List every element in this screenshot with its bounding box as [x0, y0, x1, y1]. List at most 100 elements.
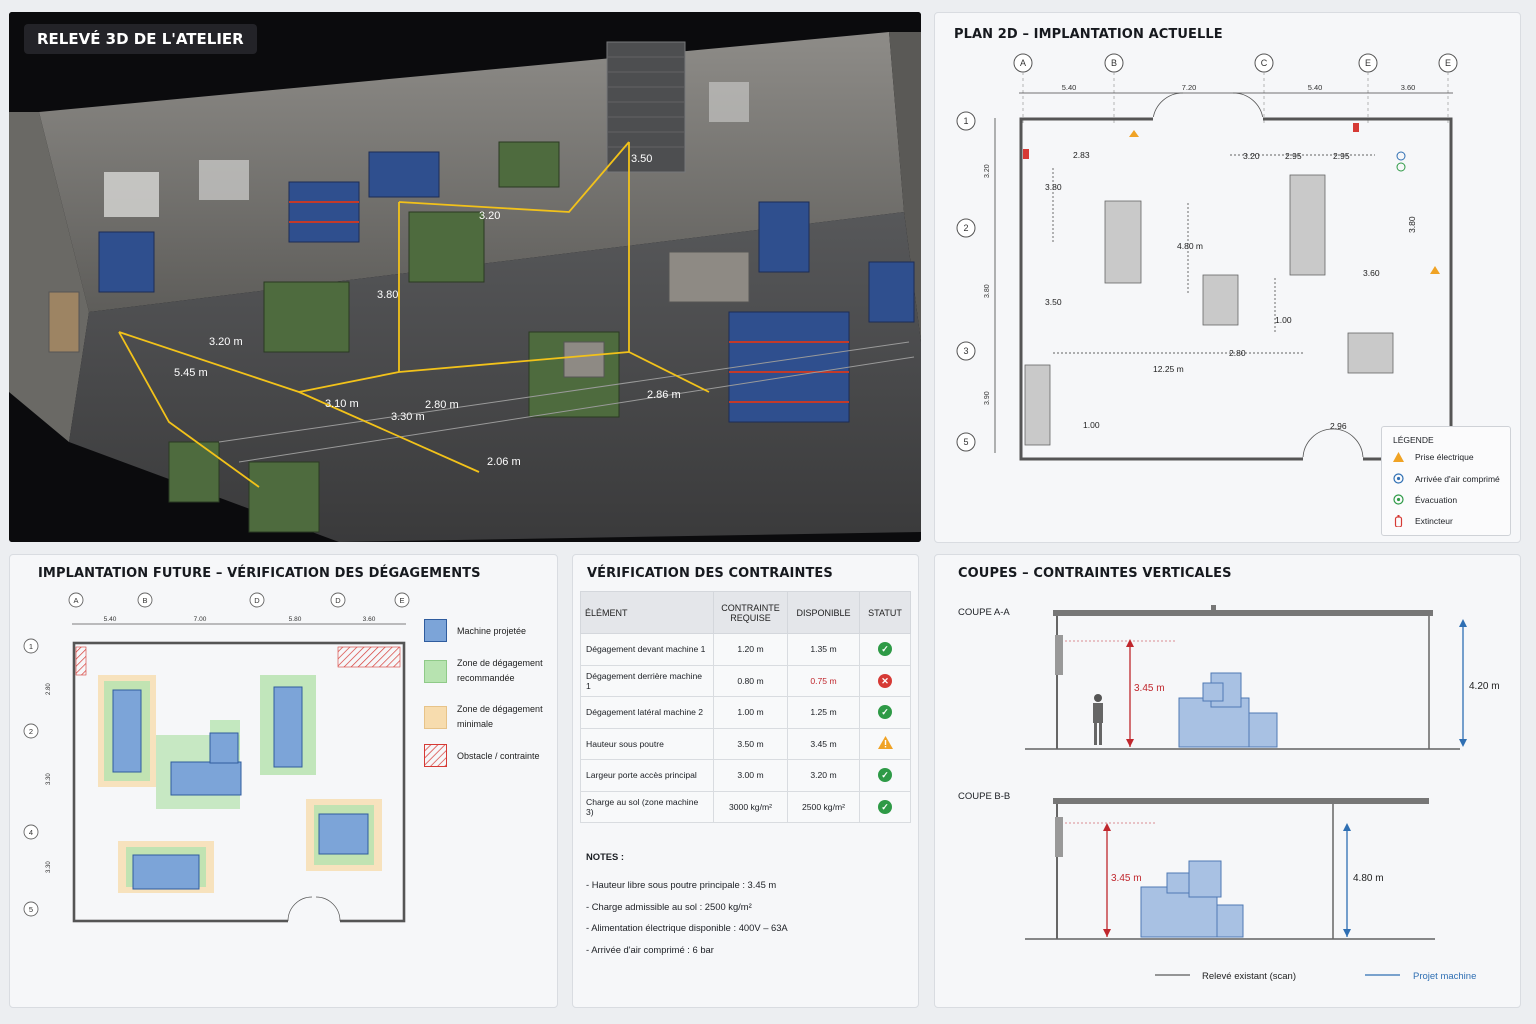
table-row: Hauteur sous poutre 3.50 m 3.45 m — [580, 727, 911, 760]
machine-bb — [1140, 860, 1244, 938]
machine-aa — [1178, 672, 1278, 748]
fut-row-dim-2: 3.30 — [46, 773, 52, 785]
air-icon — [1396, 151, 1406, 161]
col-dim-1: 5.40 — [1062, 83, 1077, 92]
plan-dim-360: 3.60 — [1363, 268, 1380, 278]
table-row: Dégagement devant machine 1 1.20 m 1.35 … — [580, 633, 911, 666]
fut-row-4: 4 — [29, 828, 33, 837]
row-element: Hauteur sous poutre — [580, 727, 714, 760]
plan-dim-280: 2.80 — [1229, 348, 1246, 358]
cross-icon: ✕ — [878, 673, 892, 688]
plan-dim-380: 3.80 — [1045, 182, 1062, 192]
fut-axis-d1: D — [254, 596, 260, 605]
extinguisher-icon — [1394, 515, 1403, 527]
row-element: Dégagement devant machine 1 — [580, 633, 714, 666]
bb-total-height: 4.80 m — [1353, 873, 1384, 884]
scan-dim-9: 3.80 — [377, 289, 398, 301]
fut-row-1: 1 — [29, 642, 33, 651]
plan-dim-296: 2.96 — [1330, 421, 1347, 431]
fut-row-dim-3: 3.30 — [46, 861, 52, 873]
sections-drawing: 3.45 m 4.20 m 3.45 m 4.80 m Relevé exist… — [1025, 605, 1500, 982]
fut-row-2: 2 — [29, 727, 33, 736]
axis-label-e2: E — [1445, 58, 1451, 68]
row-available: 3.45 m — [787, 727, 860, 760]
scan-dim-7: 3.30 m — [391, 411, 425, 423]
sections-panel: COUPES – CONTRAINTES VERTICALES COUPE A-… — [934, 554, 1521, 1008]
notes-title: NOTES : — [586, 851, 625, 862]
legend-swatch-minimal — [424, 705, 447, 729]
row-required: 3.00 m — [713, 759, 788, 792]
row-dim-1: 3.20 — [984, 164, 991, 178]
check-icon: ✓ — [878, 799, 892, 814]
row-label-3: 3 — [963, 346, 968, 356]
table-row: Dégagement latéral machine 2 1.00 m 1.25… — [580, 696, 911, 729]
table-row: Dégagement derrière machine 1 0.80 m 0.7… — [580, 664, 911, 697]
notes-block: NOTES : - Hauteur libre sous poutre prin… — [586, 851, 788, 965]
col-header-element: ÉLÉMENT — [580, 591, 714, 634]
scan-3d-view: 3.20 m 5.45 m 3.20 2.06 m 2.86 m 3.10 m … — [9, 12, 921, 542]
row-element: Charge au sol (zone machine 3) — [580, 790, 714, 823]
circle-dot-icon — [1393, 494, 1404, 505]
outlet-icon-2 — [1430, 266, 1440, 274]
row-element: Dégagement derrière machine 1 — [580, 664, 714, 697]
scan-dim-6: 3.10 m — [325, 398, 359, 410]
obstacle-1 — [75, 646, 87, 676]
check-icon: ✓ — [878, 768, 892, 783]
warning-triangle-icon — [1393, 452, 1404, 462]
plan-dim-1225: 12.25 m — [1153, 364, 1184, 374]
col-header-status: STATUT — [859, 591, 911, 634]
target-icon — [1393, 473, 1404, 484]
aa-total-height: 4.20 m — [1469, 681, 1500, 692]
legend-item-drain: Évacuation — [1415, 494, 1458, 505]
row-dim-2: 3.80 — [984, 284, 991, 298]
fut-col-dim-2: 7.00 — [194, 616, 207, 623]
outlet-icon — [1129, 130, 1139, 137]
scan-dim-10: 3.50 — [631, 153, 652, 165]
scan-badge: RELEVÉ 3D DE L'ATELIER — [24, 24, 257, 54]
row-element: Largeur porte accès principal — [580, 759, 714, 792]
note-item: - Hauteur libre sous poutre principale :… — [586, 879, 777, 890]
legend-minimal: Zone de dégagement minimale — [457, 704, 543, 729]
row-available: 2500 kg/m² — [787, 790, 860, 823]
fut-col-dim-3: 5.80 — [289, 616, 302, 623]
note-item: - Charge admissible au sol : 2500 kg/m² — [586, 900, 752, 912]
legend-obstacle: Obstacle / contrainte — [457, 750, 540, 761]
row-available: 1.35 m — [787, 633, 860, 666]
plan-2d-panel: PLAN 2D – IMPLANTATION ACTUELLE A B C E … — [934, 12, 1521, 543]
legend-project: Projet machine — [1413, 971, 1476, 982]
fut-row-dim-1: 2.80 — [46, 683, 52, 695]
row-required: 1.00 m — [713, 696, 788, 729]
axis-label-b: B — [1111, 58, 1117, 68]
legend-swatch-machine — [424, 619, 447, 642]
fut-axis-b: B — [142, 596, 147, 605]
legend-item-outlet: Prise électrique — [1415, 452, 1474, 462]
constraints-table: ÉLÉMENT CONTRAINTE REQUISE DISPONIBLE ST… — [580, 591, 911, 823]
fut-axis-a: A — [73, 596, 78, 605]
plan-2d-legend: LÉGENDE Prise électrique Arrivée d'air c… — [1381, 426, 1511, 536]
obstacle-2 — [337, 646, 401, 668]
row-label-5: 5 — [963, 437, 968, 447]
fut-axis-d2: D — [335, 596, 341, 605]
plan-dim-380b: 3.80 — [1407, 216, 1417, 233]
legend-title: LÉGENDE — [1393, 435, 1434, 445]
axis-label-e1: E — [1365, 58, 1371, 68]
col-header-available: DISPONIBLE — [787, 591, 860, 634]
plan-dim-100b: 1.00 — [1083, 420, 1100, 430]
plan-dim-295b: 2.95 — [1333, 151, 1350, 161]
note-item: - Arrivée d'air comprimé : 6 bar — [586, 943, 714, 955]
scan-dim-2: 5.45 m — [174, 367, 208, 379]
check-icon: ✓ — [878, 642, 892, 657]
plan-2d-machines — [1024, 174, 1394, 446]
row-required: 3000 kg/m² — [713, 790, 788, 823]
constraints-title: VÉRIFICATION DES CONTRAINTES — [587, 566, 833, 581]
scan-dim-1: 3.20 m — [209, 336, 243, 348]
table-row: Charge au sol (zone machine 3) 3000 kg/m… — [580, 790, 911, 823]
section-aa: 3.45 m 4.20 m — [1025, 605, 1500, 750]
future-layout-panel: IMPLANTATION FUTURE – VÉRIFICATION DES D… — [9, 554, 558, 1008]
scan-dim-4: 2.06 m — [487, 456, 521, 468]
drain-icon — [1396, 162, 1406, 172]
warning-icon — [877, 736, 893, 750]
table-row: Largeur porte accès principal 3.00 m 3.2… — [580, 759, 911, 792]
legend-swatch-obstacle — [424, 744, 447, 767]
col-dim-3: 5.40 — [1308, 83, 1323, 92]
